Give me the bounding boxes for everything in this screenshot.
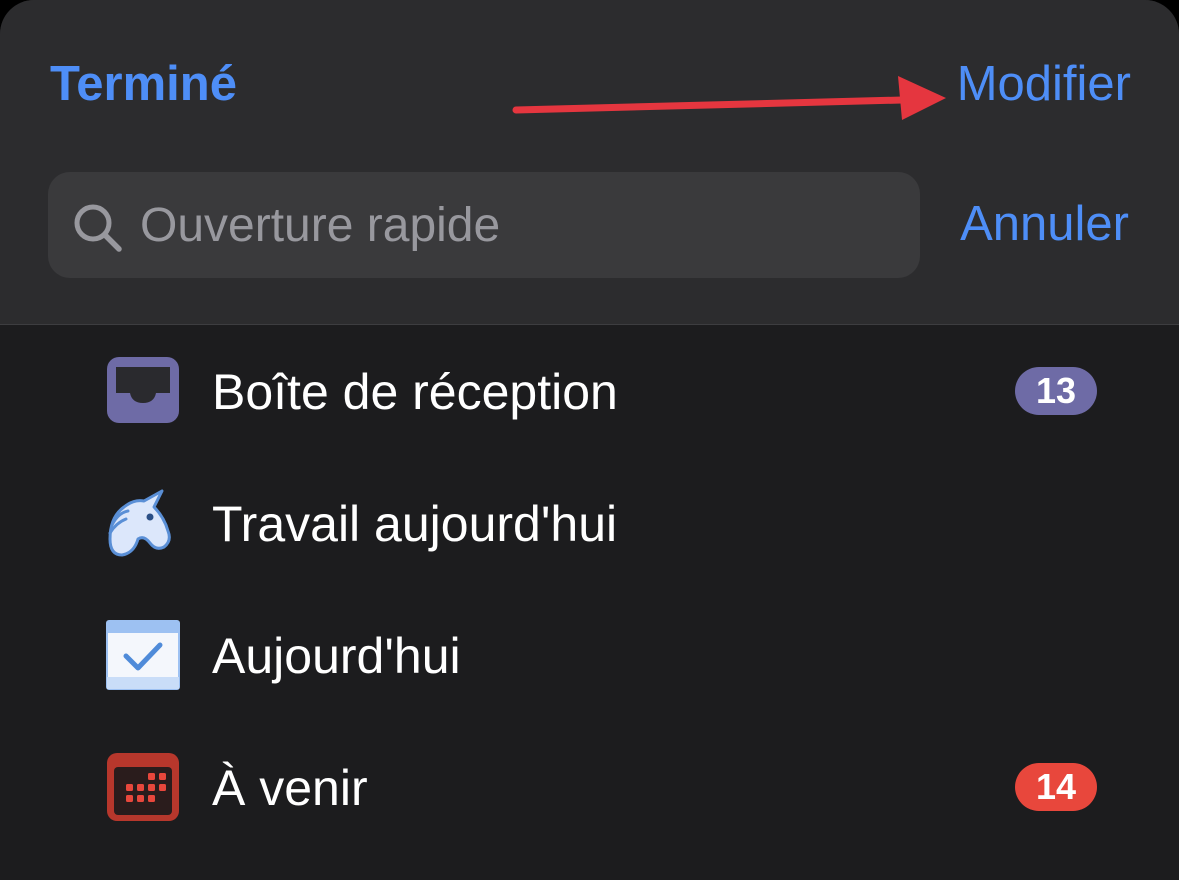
search-input[interactable] [140, 172, 900, 278]
unicorn-icon [108, 489, 171, 557]
done-button[interactable]: Terminé [50, 54, 237, 114]
list-item-today[interactable]: Aujourd'hui [0, 589, 1179, 721]
sheet-header: Terminé Modifier Annuler [0, 0, 1179, 324]
inbox-count-badge: 13 [1015, 367, 1097, 415]
calendar-grid-icon [107, 753, 179, 821]
cancel-button[interactable]: Annuler [960, 194, 1129, 254]
quick-open-sheet: Terminé Modifier Annuler Boîte de récept… [0, 0, 1179, 880]
upcoming-count-badge: 14 [1015, 763, 1097, 811]
list-item-inbox[interactable]: Boîte de réception 13 [0, 325, 1179, 457]
annotation-arrow-icon [512, 76, 946, 120]
search-icon [74, 204, 122, 252]
list-item-work-today[interactable]: Travail aujourd'hui [0, 457, 1179, 589]
calendar-check-icon [106, 620, 180, 690]
search-field[interactable] [48, 172, 920, 278]
inbox-tray-icon [107, 357, 179, 423]
list-item-upcoming[interactable]: À venir 14 [0, 721, 1179, 853]
list-item-label: Travail aujourd'hui [212, 496, 618, 552]
list-item-label: Aujourd'hui [212, 628, 461, 684]
list-item-label: Boîte de réception [212, 364, 618, 420]
list-item-label: À venir [212, 760, 368, 816]
edit-button[interactable]: Modifier [957, 54, 1131, 114]
